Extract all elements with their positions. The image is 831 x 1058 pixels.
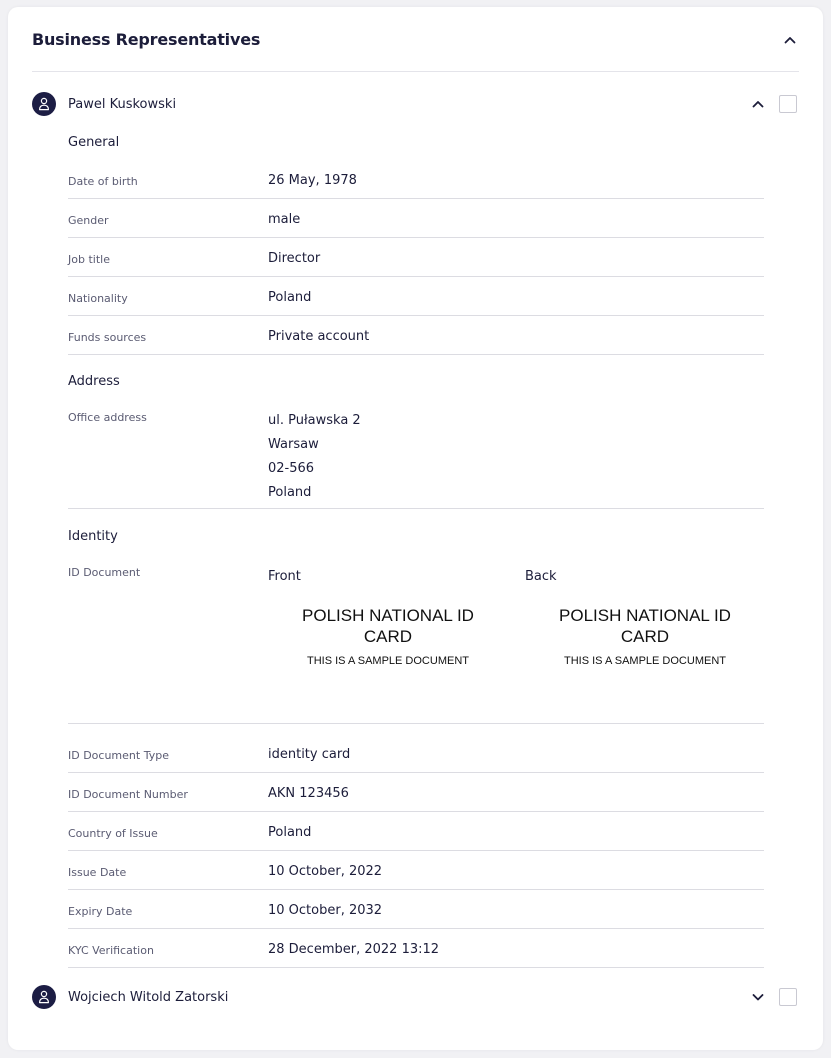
detail-value: Poland <box>268 290 312 305</box>
section-title-general: General <box>68 135 120 150</box>
detail-value: Private account <box>268 329 370 344</box>
id-back-image[interactable]: POLISH NATIONAL ID CARD THIS IS A SAMPLE… <box>525 605 765 695</box>
section-title-address: Address <box>68 374 120 389</box>
chevron-up-icon[interactable] <box>782 32 798 48</box>
address-line: Poland <box>268 485 312 500</box>
detail-label: Funds sources <box>68 331 147 344</box>
detail-label: Issue Date <box>68 866 127 879</box>
representative-row[interactable]: Pawel Kuskowski <box>32 87 799 121</box>
address-lines: ul. Puławska 2 Warsaw 02-566 Poland <box>268 413 361 509</box>
detail-label: Date of birth <box>68 175 138 188</box>
chevron-up-icon[interactable] <box>750 96 766 112</box>
panel-title: Business Representatives <box>32 30 261 49</box>
detail-row: Date of birth 26 May, 1978 <box>68 160 764 199</box>
business-representatives-panel: Business Representatives Pawel Kuskowski… <box>8 7 823 1050</box>
representative-name: Pawel Kuskowski <box>68 97 177 112</box>
detail-value: 10 October, 2032 <box>268 903 383 918</box>
detail-value: AKN 123456 <box>268 786 349 801</box>
user-icon <box>32 985 56 1009</box>
id-card-title: POLISH NATIONAL ID CARD <box>559 606 731 646</box>
detail-label: ID Document <box>68 566 141 579</box>
address-line: 02-566 <box>268 461 315 476</box>
panel-header[interactable]: Business Representatives <box>32 7 799 72</box>
detail-label: Expiry Date <box>68 905 133 918</box>
detail-row: ID Document Type identity card <box>68 734 764 773</box>
id-document-back: Back POLISH NATIONAL ID CARD THIS IS A S… <box>525 569 765 667</box>
detail-value: male <box>268 212 301 227</box>
chevron-down-icon[interactable] <box>750 989 766 1005</box>
id-card-title: POLISH NATIONAL ID CARD <box>302 606 474 646</box>
detail-value: identity card <box>268 747 351 762</box>
detail-label: Gender <box>68 214 109 227</box>
detail-row: Issue Date 10 October, 2022 <box>68 851 764 890</box>
detail-row: Country of Issue Poland <box>68 812 764 851</box>
detail-value: 26 May, 1978 <box>268 173 357 188</box>
detail-value: Director <box>268 251 321 266</box>
id-front-image[interactable]: POLISH NATIONAL ID CARD THIS IS A SAMPLE… <box>268 605 508 695</box>
back-label: Back <box>525 569 557 584</box>
detail-label: Nationality <box>68 292 128 305</box>
user-icon <box>32 92 56 116</box>
representative-row[interactable]: Wojciech Witold Zatorski <box>32 980 799 1014</box>
section-title-identity: Identity <box>68 529 118 544</box>
front-label: Front <box>268 569 301 584</box>
detail-row: Gender male <box>68 199 764 238</box>
id-card-subtitle: THIS IS A SAMPLE DOCUMENT <box>564 655 726 667</box>
id-card-subtitle: THIS IS A SAMPLE DOCUMENT <box>307 655 469 667</box>
detail-row: Expiry Date 10 October, 2032 <box>68 890 764 929</box>
detail-row: Funds sources Private account <box>68 316 764 355</box>
detail-label: ID Document Number <box>68 788 188 801</box>
id-document-front: Front POLISH NATIONAL ID CARD THIS IS A … <box>268 569 508 667</box>
address-line: ul. Puławska 2 <box>268 413 361 428</box>
select-checkbox[interactable] <box>779 988 797 1006</box>
detail-row: KYC Verification 28 December, 2022 13:12 <box>68 929 764 968</box>
detail-value: 28 December, 2022 13:12 <box>268 942 440 957</box>
select-checkbox[interactable] <box>779 95 797 113</box>
detail-value: 10 October, 2022 <box>268 864 383 879</box>
detail-label: Country of Issue <box>68 827 158 840</box>
detail-value: Poland <box>268 825 312 840</box>
detail-label: ID Document Type <box>68 749 169 762</box>
detail-label: KYC Verification <box>68 944 154 957</box>
representative-name: Wojciech Witold Zatorski <box>68 990 229 1005</box>
detail-row: Job title Director <box>68 238 764 277</box>
detail-label: Job title <box>68 253 110 266</box>
detail-row: Nationality Poland <box>68 277 764 316</box>
id-document-row: ID Document Front POLISH NATIONAL ID CAR… <box>68 564 764 724</box>
detail-row: ID Document Number AKN 123456 <box>68 773 764 812</box>
detail-label: Office address <box>68 411 147 424</box>
address-line: Warsaw <box>268 437 319 452</box>
office-address-row: Office address ul. Puławska 2 Warsaw 02-… <box>68 409 764 509</box>
